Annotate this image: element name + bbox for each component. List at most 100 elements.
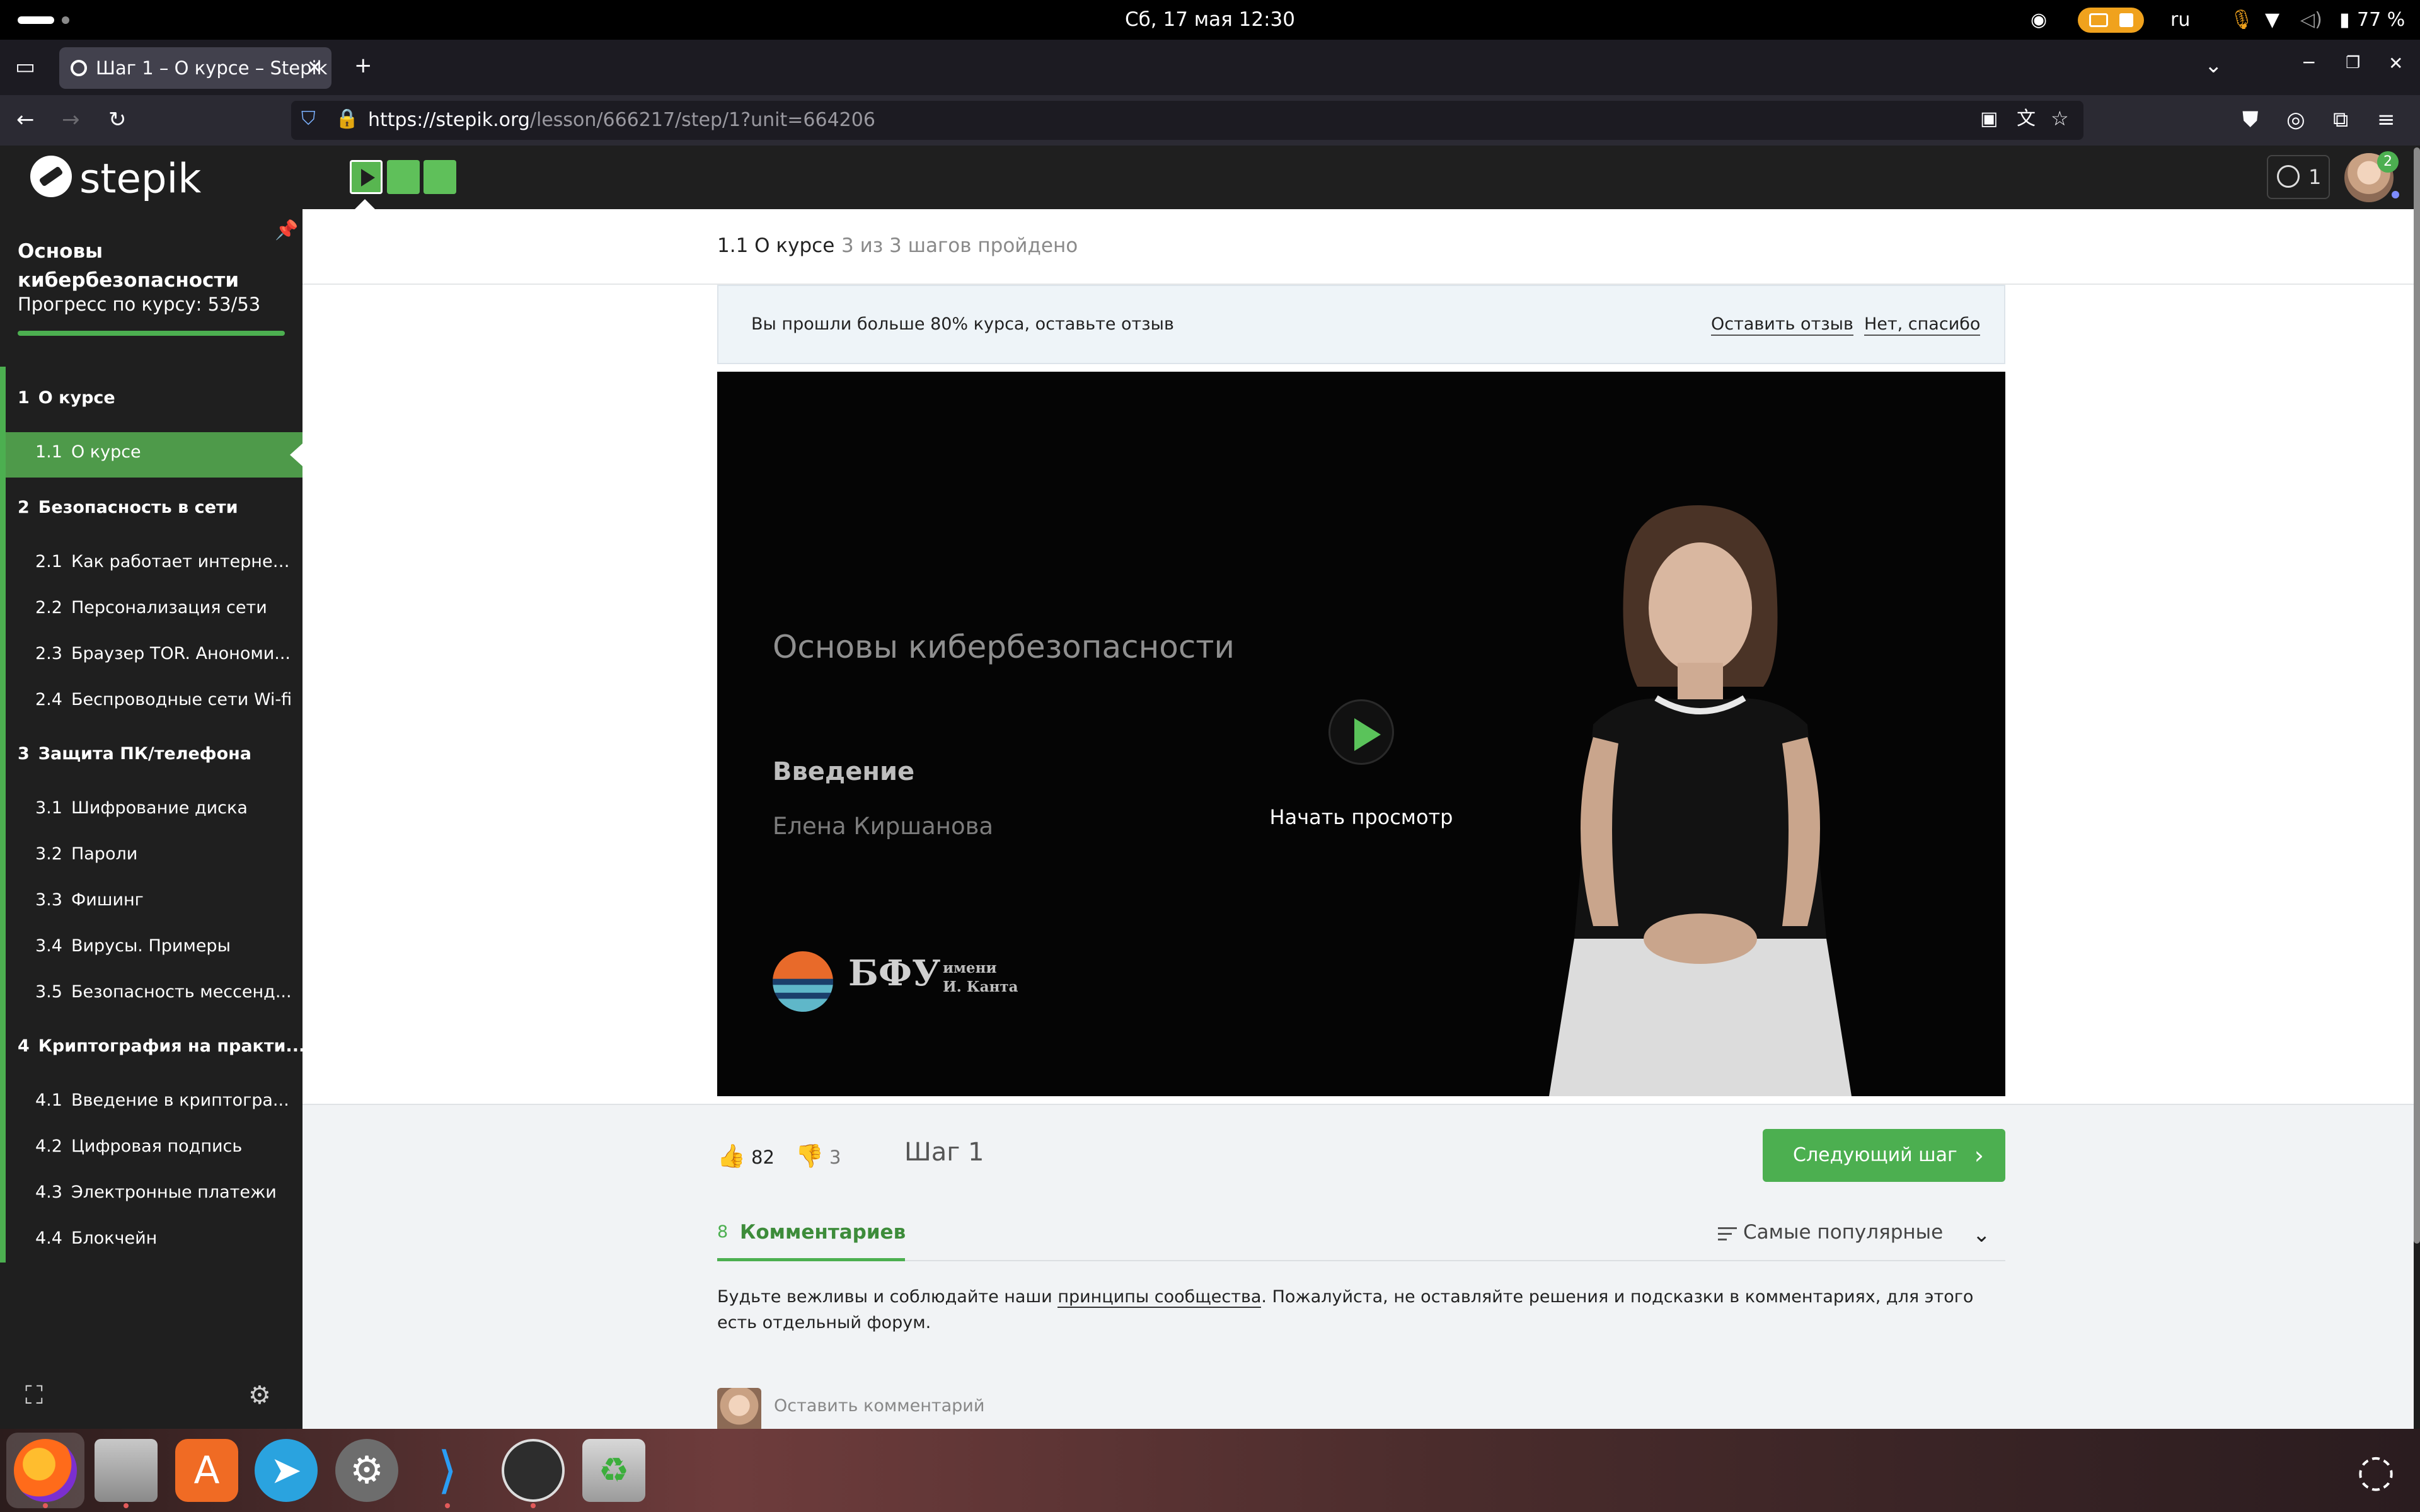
recycle-glyph: ♻ bbox=[598, 1450, 630, 1490]
lesson-2-1[interactable]: 2.1 Как работает интернет:... bbox=[35, 552, 294, 571]
dislikes-count: 3 bbox=[829, 1147, 841, 1168]
new-tab-icon[interactable]: + bbox=[354, 55, 372, 76]
section-4[interactable]: 4 Криптография на практи... bbox=[18, 1036, 305, 1056]
lesson-4-1[interactable]: 4.1 Введение в криптогра... bbox=[35, 1091, 294, 1110]
section-2[interactable]: 2 Безопасность в сети bbox=[18, 498, 238, 517]
wifi-icon[interactable]: ▼ bbox=[2265, 0, 2279, 40]
step-2-button[interactable] bbox=[387, 160, 420, 194]
step-3-button[interactable] bbox=[424, 160, 456, 194]
list-tabs-chevron-icon[interactable]: ⌄ bbox=[2204, 55, 2223, 76]
lesson-3-5[interactable]: 3.5 Безопасность мессенд... bbox=[35, 982, 294, 1002]
browser-tab-active[interactable]: Шаг 1 – О курсе – Stepik ✕ bbox=[59, 47, 331, 89]
lesson-3-2[interactable]: 3.2 Пароли bbox=[35, 844, 294, 864]
energy-count: 1 bbox=[2308, 165, 2322, 189]
firefox-icon[interactable] bbox=[14, 1439, 77, 1502]
course-title[interactable]: Основы кибербезопасности bbox=[18, 237, 282, 295]
translate-icon[interactable]: 文 bbox=[2017, 110, 2036, 129]
close-window-icon[interactable]: ✕ bbox=[2388, 55, 2403, 72]
tracking-protection-shield-icon[interactable]: ⛉ bbox=[301, 110, 316, 129]
dislike-button[interactable]: 👎 3 bbox=[795, 1143, 841, 1169]
video-title: Основы кибербезопасности bbox=[773, 629, 1235, 665]
settings-icon[interactable]: ⚙ bbox=[335, 1439, 398, 1502]
tab-comments[interactable]: 8 Комментариев bbox=[717, 1217, 906, 1261]
pocket-icon[interactable]: ⛊ bbox=[2242, 109, 2259, 130]
microphone-icon[interactable]: 🎙 bbox=[2230, 0, 2254, 40]
lesson-4-4[interactable]: 4.4 Блокчейн bbox=[35, 1228, 294, 1248]
leave-review-link[interactable]: Оставить отзыв bbox=[1711, 314, 1853, 336]
no-thanks-link[interactable]: Нет, спасибо bbox=[1864, 314, 1981, 336]
picture-in-picture-icon[interactable]: ▣ bbox=[1980, 110, 1998, 129]
section-1[interactable]: 1О курсе bbox=[18, 388, 115, 408]
lock-icon[interactable]: 🔒 bbox=[335, 110, 359, 129]
step-1-video-button[interactable] bbox=[350, 160, 383, 194]
running-indicator bbox=[445, 1503, 450, 1508]
lesson-4-3[interactable]: 4.3 Электронные платежи bbox=[35, 1183, 294, 1202]
play-icon[interactable] bbox=[1328, 699, 1394, 765]
page-scrollbar[interactable] bbox=[2414, 147, 2420, 1244]
energy-icon bbox=[2277, 165, 2300, 188]
screen-recording-indicator[interactable] bbox=[2078, 8, 2144, 33]
notification-badge[interactable]: 2 bbox=[2377, 151, 2399, 173]
clock[interactable]: Сб, 17 мая 12:30 bbox=[0, 0, 2420, 40]
restore-window-icon[interactable]: ❐ bbox=[2346, 55, 2360, 71]
battery-percent: 77 % bbox=[2357, 9, 2406, 31]
sort-select[interactable]: Самые популярные bbox=[1743, 1221, 1943, 1244]
url-text[interactable]: https://stepik.org/lesson/666217/step/1?… bbox=[368, 101, 875, 140]
leave-comment-input[interactable]: Оставить комментарий bbox=[774, 1396, 984, 1416]
battery-icon[interactable]: ▮ bbox=[2339, 0, 2350, 40]
lesson-3-3[interactable]: 3.3 Фишинг bbox=[35, 890, 294, 910]
telegram-icon[interactable]: ➤ bbox=[255, 1439, 318, 1502]
course-sidebar: 📌 Основы кибербезопасности Прогресс по к… bbox=[0, 209, 305, 1429]
obs-tray-icon[interactable]: ◉ bbox=[2031, 0, 2047, 40]
lesson-3-4[interactable]: 3.4 Вирусы. Примеры bbox=[35, 936, 294, 956]
show-apps-icon[interactable]: ◌ bbox=[2344, 1439, 2407, 1502]
forward-icon[interactable]: → bbox=[62, 109, 80, 130]
online-status-dot bbox=[2390, 189, 2401, 200]
tab-overview-icon[interactable]: ▭ bbox=[15, 56, 35, 77]
lesson-2-4[interactable]: 2.4 Беспроводные сети Wi-fi bbox=[35, 690, 294, 709]
completed-line bbox=[0, 367, 6, 1263]
system-top-bar: Сб, 17 мая 12:30 ◉ ru 🎙 ▼ ◁) ▮ 77 % bbox=[0, 0, 2420, 40]
minimize-window-icon[interactable]: − bbox=[2302, 54, 2316, 71]
likes-count: 82 bbox=[751, 1147, 775, 1168]
community-rules-link[interactable]: принципы сообщества bbox=[1057, 1287, 1262, 1308]
sort-icon[interactable] bbox=[1718, 1227, 1737, 1244]
volume-icon[interactable]: ◁) bbox=[2300, 0, 2322, 40]
reload-icon[interactable]: ↻ bbox=[108, 109, 127, 130]
address-bar[interactable]: ⛉ 🔒 https://stepik.org/lesson/666217/ste… bbox=[291, 101, 2083, 140]
logo-text: stepik bbox=[79, 156, 202, 203]
lesson-3-1[interactable]: 3.1 Шифрование диска bbox=[35, 798, 294, 818]
obs-icon[interactable] bbox=[502, 1439, 565, 1502]
like-button[interactable]: 👍 82 bbox=[717, 1143, 775, 1169]
settings-gear-icon[interactable]: ⚙ bbox=[248, 1381, 271, 1410]
stepik-logo[interactable]: stepik bbox=[30, 154, 202, 203]
chevron-down-icon[interactable]: ⌄ bbox=[1973, 1222, 1991, 1247]
lesson-4-2[interactable]: 4.2 Цифровая подпись bbox=[35, 1137, 294, 1156]
lecturer-image bbox=[1549, 505, 1852, 1096]
browser-tab-strip: ▭ Шаг 1 – О курсе – Stepik ✕ + ⌄ − ❐ ✕ bbox=[0, 40, 2420, 95]
lesson-2-2[interactable]: 2.2 Персонализация сети bbox=[35, 598, 294, 617]
bookmark-star-icon[interactable]: ☆ bbox=[2051, 108, 2069, 129]
section-3[interactable]: 3 Защита ПК/телефона bbox=[18, 744, 251, 764]
lesson-main: 1.1 О курсе 3 из 3 шагов пройдено Вы про… bbox=[302, 209, 2414, 1432]
lesson-1-1[interactable]: 1.1 О курсе bbox=[35, 442, 294, 462]
start-watching-label[interactable]: Начать просмотр bbox=[717, 805, 2005, 829]
back-icon[interactable]: ← bbox=[16, 109, 35, 130]
vscode-icon[interactable]: ⟩ bbox=[416, 1439, 479, 1502]
app-center-icon[interactable]: A bbox=[175, 1439, 238, 1502]
menu-icon[interactable]: ≡ bbox=[2377, 109, 2395, 130]
next-step-button[interactable]: Следующий шаг › bbox=[1763, 1129, 2005, 1182]
trash-icon[interactable]: ♻ bbox=[582, 1439, 645, 1502]
close-tab-icon[interactable]: ✕ bbox=[307, 47, 323, 89]
lesson-2-3[interactable]: 2.3 Браузер TOR. Анономи... bbox=[35, 644, 294, 663]
fullscreen-icon[interactable]: ⛶ bbox=[25, 1381, 43, 1410]
step-footer-area bbox=[302, 1104, 2414, 1429]
keyboard-layout[interactable]: ru bbox=[2170, 0, 2190, 40]
video-player[interactable]: Основы кибербезопасности Введение Елена … bbox=[717, 372, 2005, 1096]
files-icon[interactable] bbox=[95, 1439, 158, 1502]
next-step-label: Следующий шаг bbox=[1793, 1144, 1957, 1166]
account-icon[interactable]: ◎ bbox=[2286, 109, 2305, 130]
extensions-icon[interactable]: ⧉ bbox=[2333, 109, 2348, 130]
energy-counter[interactable]: 1 bbox=[2267, 155, 2330, 199]
telegram-glyph: ➤ bbox=[270, 1448, 302, 1492]
